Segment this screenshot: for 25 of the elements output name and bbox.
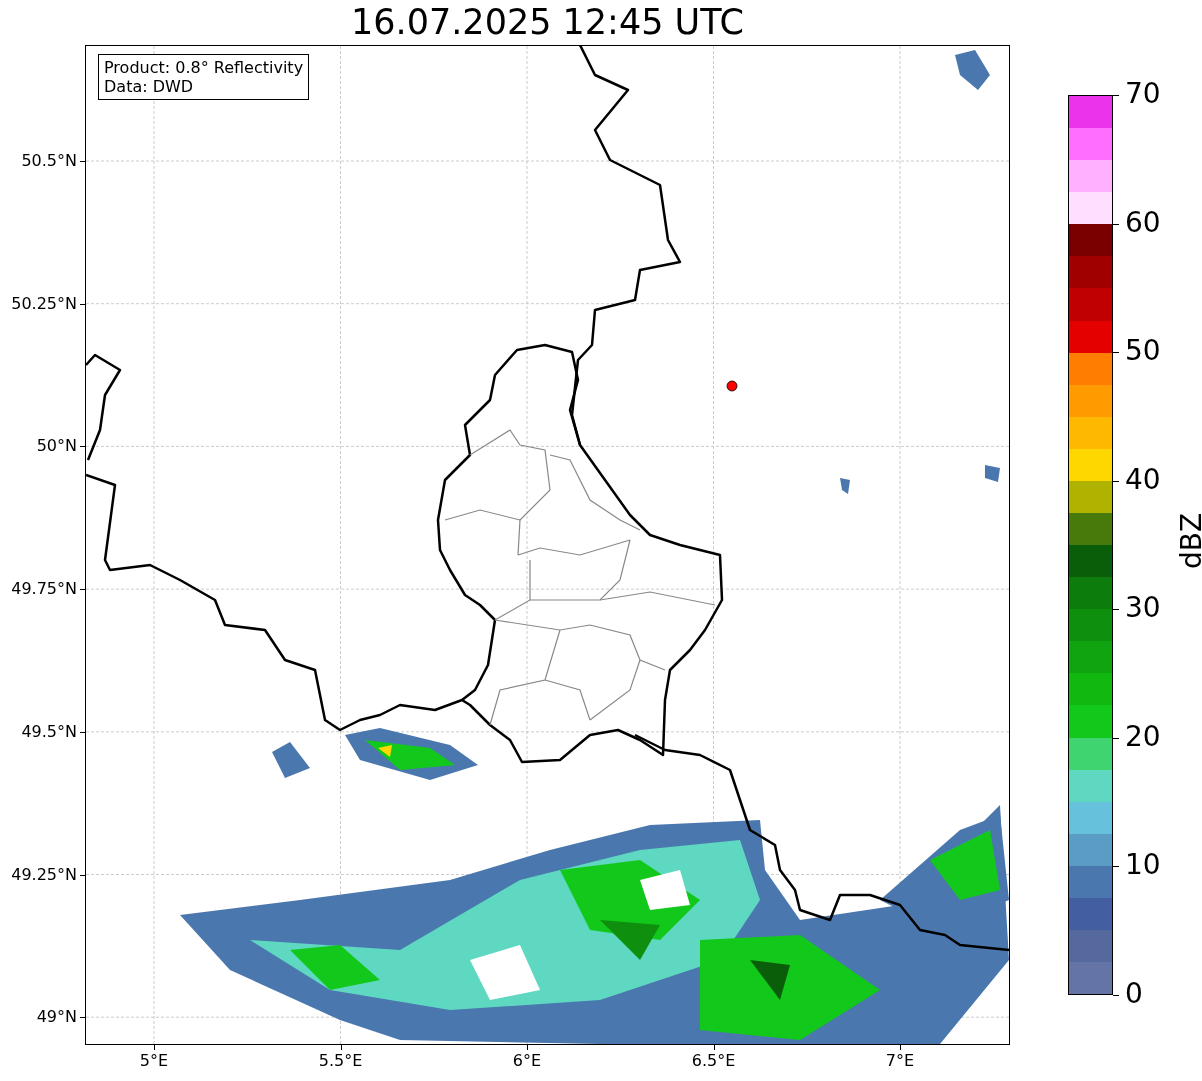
legend-text: Product: 0.8° Reflectivity bbox=[104, 58, 304, 77]
colorbar-tick-label: 30 bbox=[1125, 592, 1161, 625]
colorbar-tick-label: 10 bbox=[1125, 849, 1161, 882]
colorbar-tick-label: 70 bbox=[1125, 78, 1161, 110]
colorbar-tick-label: 50 bbox=[1125, 335, 1161, 368]
colorbar-label: dBZ bbox=[1176, 512, 1202, 570]
latitude-label: 50.25°N bbox=[11, 294, 77, 313]
colorbar-tick-label: 60 bbox=[1125, 206, 1161, 239]
latitude-label: 49.75°N bbox=[11, 580, 77, 599]
colorbar-tick-label: 20 bbox=[1125, 720, 1161, 753]
latitude-label: 50.5°N bbox=[21, 152, 77, 170]
longitude-label: 6°E bbox=[512, 1052, 542, 1070]
latitude-label: 49.5°N bbox=[21, 722, 77, 741]
longitude-label: 7°E bbox=[885, 1052, 915, 1070]
chart-title: 16.07.2025 12:45 UTC bbox=[350, 1, 745, 44]
colorbar-tick-label: 40 bbox=[1125, 463, 1161, 496]
colorbar-tick-label: 0 bbox=[1125, 978, 1143, 1010]
latitude-label: 49°N bbox=[36, 1008, 77, 1027]
legend-text: Data: DWD bbox=[104, 77, 195, 96]
longitude-label: 6.5°E bbox=[691, 1052, 736, 1070]
longitude-label: 5°E bbox=[139, 1052, 169, 1070]
latitude-label: 49.25°N bbox=[11, 865, 77, 884]
longitude-label: 5.5°E bbox=[318, 1052, 363, 1070]
latitude-label: 50°N bbox=[36, 437, 77, 456]
radar-site-marker bbox=[726, 380, 738, 392]
